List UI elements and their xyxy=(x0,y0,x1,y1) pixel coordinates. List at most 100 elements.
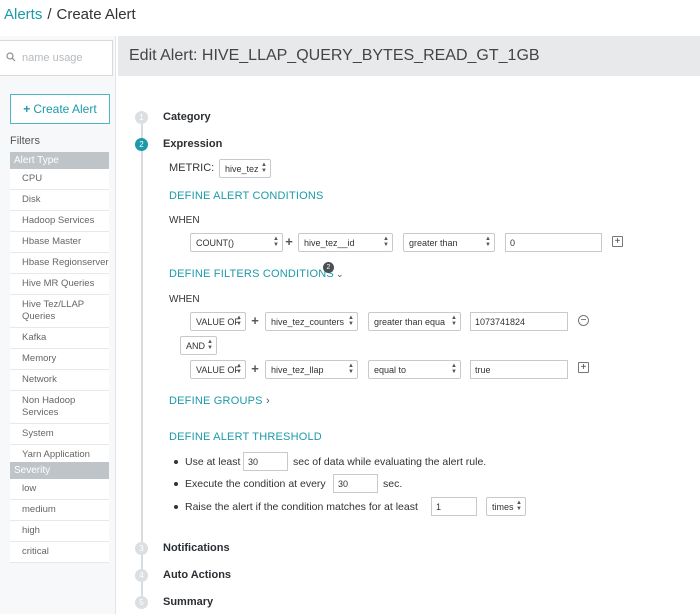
page-title: Edit Alert: HIVE_LLAP_QUERY_BYTES_READ_G… xyxy=(118,36,700,76)
severity-heading: Severity xyxy=(10,462,109,479)
select-arrows-icon: ▲ ▼ xyxy=(451,363,457,375)
filter-joiner-select[interactable]: AND ▲ ▼ xyxy=(180,336,217,355)
search-input[interactable] xyxy=(22,52,108,64)
plus-icon: + xyxy=(23,102,31,116)
filter-item-hbase-master[interactable]: Hbase Master xyxy=(10,232,109,253)
select-arrows-icon: ▲ ▼ xyxy=(207,339,213,351)
define-groups-heading[interactable]: DEFINE GROUPS › xyxy=(169,395,270,407)
filter1-function-value: VALUE OF xyxy=(196,316,240,327)
conditions-when-label: WHEN xyxy=(169,215,200,226)
filter-item-cpu[interactable]: CPU xyxy=(10,169,109,190)
bullet-dot xyxy=(174,482,178,486)
filter-joiner-value: AND xyxy=(186,340,206,351)
filter-item-memory[interactable]: Memory xyxy=(10,349,109,370)
search-icon xyxy=(6,49,16,67)
alert-type-filter-group: Alert Type CPU Disk Hadoop Services Hbas… xyxy=(10,152,109,466)
threshold-line1-suffix: sec of data while evaluating the alert r… xyxy=(293,456,487,468)
step-notifications[interactable]: Notifications xyxy=(163,542,230,554)
filter-item-medium[interactable]: medium xyxy=(10,500,109,521)
data-window-input[interactable]: 30 xyxy=(243,452,288,471)
step-auto-actions[interactable]: Auto Actions xyxy=(163,569,231,581)
search-box xyxy=(0,40,113,76)
filter-item-high[interactable]: high xyxy=(10,521,109,542)
match-unit-value: times xyxy=(492,501,514,512)
select-arrows-icon: ▲ ▼ xyxy=(348,363,354,375)
define-alert-conditions-heading: DEFINE ALERT CONDITIONS xyxy=(169,190,324,202)
metric-label: METRIC: xyxy=(169,162,215,174)
filter2-function-select[interactable]: VALUE OF ▲ ▼ xyxy=(190,360,246,379)
breadcrumb-alerts-link[interactable]: Alerts xyxy=(4,6,42,23)
filter-item-disk[interactable]: Disk xyxy=(10,190,109,211)
step-expression[interactable]: Expression xyxy=(163,138,222,150)
filter1-operator-select[interactable]: greater than equa ▲ ▼ xyxy=(368,312,461,331)
match-unit-select[interactable]: times ▲ ▼ xyxy=(486,497,526,516)
filter2-field-value: hive_tez_llap xyxy=(271,364,324,375)
filter2-function-value: VALUE OF xyxy=(196,364,240,375)
add-function-icon[interactable]: + xyxy=(283,233,295,252)
match-count-input[interactable]: 1 xyxy=(431,497,477,516)
threshold-line3-prefix: Raise the alert if the condition matches… xyxy=(185,501,418,513)
filter1-function-select[interactable]: VALUE OF ▲ ▼ xyxy=(190,312,246,331)
filter-item-non-hadoop-services[interactable]: Non Hadoop Services xyxy=(10,391,109,424)
filter1-operator-value: greater than equa xyxy=(374,316,446,327)
add-condition-icon[interactable]: + xyxy=(612,236,623,247)
condition-operator-select[interactable]: greater than ▲ ▼ xyxy=(403,233,495,252)
select-arrows-icon: ▲ ▼ xyxy=(273,236,279,248)
select-arrows-icon: ▲ ▼ xyxy=(485,236,491,248)
select-arrows-icon: ▲ ▼ xyxy=(236,315,242,327)
select-arrows-icon: ▲ ▼ xyxy=(261,162,267,174)
filter1-value-input[interactable]: 1073741824 xyxy=(470,312,568,331)
add-function-icon[interactable]: + xyxy=(249,360,261,379)
steps-connector xyxy=(141,118,143,608)
filter-item-kafka[interactable]: Kafka xyxy=(10,328,109,349)
metric-select[interactable]: hive_tez ▲ ▼ xyxy=(219,159,271,178)
breadcrumb-current: Create Alert xyxy=(56,6,136,23)
create-alert-button[interactable]: + Create Alert xyxy=(10,94,110,124)
condition-field-select[interactable]: hive_tez__id ▲ ▼ xyxy=(298,233,393,252)
condition-value-input[interactable]: 0 xyxy=(505,233,602,252)
severity-filter-group: Severity low medium high critical xyxy=(10,462,109,563)
select-arrows-icon: ▲ ▼ xyxy=(236,363,242,375)
step-number-4: 4 xyxy=(135,569,148,582)
filter1-field-value: hive_tez_counters xyxy=(271,316,345,327)
filter-item-critical[interactable]: critical xyxy=(10,542,109,563)
chevron-down-icon[interactable]: ⌄ xyxy=(336,269,344,280)
filter2-value-input[interactable]: true xyxy=(470,360,568,379)
select-arrows-icon: ▲ ▼ xyxy=(516,500,522,512)
bullet-dot xyxy=(174,460,178,464)
condition-function-value: COUNT() xyxy=(196,237,234,248)
define-groups-label: DEFINE GROUPS xyxy=(169,395,263,407)
breadcrumb-separator: / xyxy=(47,6,52,23)
step-summary[interactable]: Summary xyxy=(163,596,213,608)
add-filter-icon[interactable]: + xyxy=(578,362,589,373)
step-number-1: 1 xyxy=(135,111,148,124)
step-category[interactable]: Category xyxy=(163,111,211,123)
filter-item-low[interactable]: low xyxy=(10,479,109,500)
add-function-icon[interactable]: + xyxy=(249,312,261,331)
threshold-line2-suffix: sec. xyxy=(383,478,403,490)
threshold-line1-prefix: Use at least xyxy=(185,456,241,468)
filter-item-network[interactable]: Network xyxy=(10,370,109,391)
condition-field-value: hive_tez__id xyxy=(304,237,355,248)
select-arrows-icon: ▲ ▼ xyxy=(451,315,457,327)
metric-select-value: hive_tez xyxy=(225,163,259,174)
remove-filter-icon[interactable]: − xyxy=(578,315,589,326)
filter2-field-select[interactable]: hive_tez_llap ▲ ▼ xyxy=(265,360,358,379)
filters-when-label: WHEN xyxy=(169,294,200,305)
define-alert-threshold-heading: DEFINE ALERT THRESHOLD xyxy=(169,431,322,443)
filter-item-hive-mr-queries[interactable]: Hive MR Queries xyxy=(10,274,109,295)
filter1-field-select[interactable]: hive_tez_counters ▲ ▼ xyxy=(265,312,358,331)
filter-item-hive-tez-llap-queries[interactable]: Hive Tez/LLAP Queries xyxy=(10,295,109,328)
filter2-operator-value: equal to xyxy=(374,364,407,375)
filter-item-system[interactable]: System xyxy=(10,424,109,445)
select-arrows-icon: ▲ ▼ xyxy=(383,236,389,248)
condition-function-select[interactable]: COUNT() ▲ ▼ xyxy=(190,233,283,252)
execute-interval-input[interactable]: 30 xyxy=(333,474,378,493)
breadcrumb: Alerts / Create Alert xyxy=(4,6,136,23)
chevron-right-icon: › xyxy=(265,395,270,407)
filter-item-hadoop-services[interactable]: Hadoop Services xyxy=(10,211,109,232)
define-filters-conditions-heading[interactable]: DEFINE FILTERS CONDITIONS xyxy=(169,268,334,280)
alert-type-heading: Alert Type xyxy=(10,152,109,169)
filter2-operator-select[interactable]: equal to ▲ ▼ xyxy=(368,360,461,379)
filter-item-hbase-regionserver[interactable]: Hbase Regionserver xyxy=(10,253,109,274)
